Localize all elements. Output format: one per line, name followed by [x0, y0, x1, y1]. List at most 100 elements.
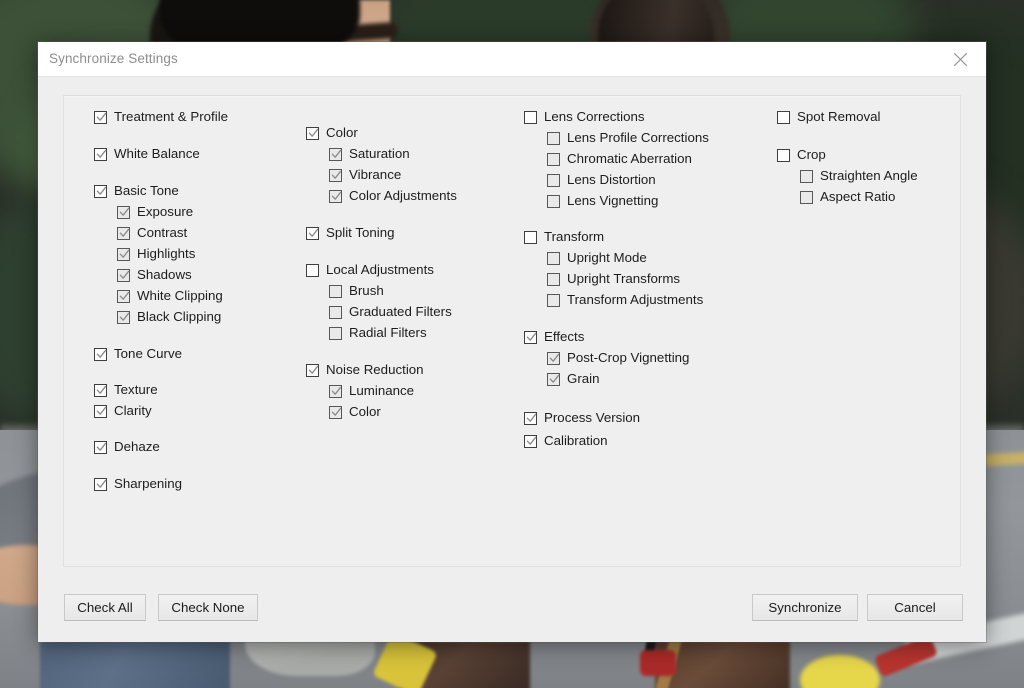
synchronize-button[interactable]: Synchronize	[752, 594, 858, 621]
checkbox-checked-icon[interactable]	[329, 189, 342, 203]
checkbox-row[interactable]: White Clipping	[94, 289, 223, 303]
checkbox-checked-icon[interactable]	[117, 268, 130, 282]
checkbox-unchecked-icon[interactable]	[800, 190, 813, 204]
checkbox-row[interactable]: Lens Distortion	[524, 173, 656, 187]
checkbox-row[interactable]: Vibrance	[306, 168, 401, 182]
checkbox-checked-icon[interactable]	[547, 351, 560, 365]
checkbox-row[interactable]: Noise Reduction	[306, 363, 424, 377]
checkbox-row[interactable]: Sharpening	[94, 477, 182, 491]
checkbox-row[interactable]: Texture	[94, 383, 158, 397]
checkbox-row[interactable]: Spot Removal	[777, 110, 881, 124]
checkbox-row[interactable]: Lens Corrections	[524, 110, 645, 124]
check-none-button[interactable]: Check None	[158, 594, 258, 621]
checkbox-label: Spot Removal	[797, 109, 881, 124]
checkbox-row[interactable]: Graduated Filters	[306, 305, 452, 319]
checkbox-row[interactable]: Color Adjustments	[306, 189, 457, 203]
checkbox-checked-icon[interactable]	[117, 289, 130, 303]
checkbox-checked-icon[interactable]	[94, 184, 107, 198]
checkbox-row[interactable]: Saturation	[306, 147, 410, 161]
checkbox-checked-icon[interactable]	[94, 383, 107, 397]
checkbox-row[interactable]: Exposure	[94, 205, 193, 219]
checkbox-unchecked-icon[interactable]	[547, 173, 560, 187]
checkbox-row[interactable]: White Balance	[94, 147, 200, 161]
checkbox-unchecked-icon[interactable]	[547, 251, 560, 265]
checkbox-checked-icon[interactable]	[94, 147, 107, 161]
checkbox-row[interactable]: Highlights	[94, 247, 195, 261]
checkbox-row[interactable]: Color	[306, 126, 358, 140]
checkbox-checked-icon[interactable]	[117, 310, 130, 324]
checkbox-row[interactable]: Transform	[524, 230, 604, 244]
checkbox-row[interactable]: Luminance	[306, 384, 414, 398]
checkbox-unchecked-icon[interactable]	[329, 284, 342, 298]
close-icon[interactable]	[938, 42, 982, 76]
checkbox-unchecked-icon[interactable]	[777, 110, 790, 124]
checkbox-row[interactable]: Straighten Angle	[777, 169, 918, 183]
checkbox-row[interactable]: Lens Vignetting	[524, 194, 658, 208]
checkbox-checked-icon[interactable]	[94, 477, 107, 491]
checkbox-row[interactable]: Treatment & Profile	[94, 110, 228, 124]
checkbox-unchecked-icon[interactable]	[800, 169, 813, 183]
checkbox-row[interactable]: Grain	[524, 372, 600, 386]
checkbox-checked-icon[interactable]	[547, 372, 560, 386]
checkbox-row[interactable]: Dehaze	[94, 440, 160, 454]
checkbox-row[interactable]: Color	[306, 405, 381, 419]
checkbox-unchecked-icon[interactable]	[547, 131, 560, 145]
checkbox-checked-icon[interactable]	[329, 147, 342, 161]
checkbox-checked-icon[interactable]	[306, 363, 319, 377]
checkbox-unchecked-icon[interactable]	[306, 263, 319, 277]
checkbox-checked-icon[interactable]	[94, 404, 107, 418]
checkbox-checked-icon[interactable]	[524, 434, 537, 448]
checkbox-checked-icon[interactable]	[117, 205, 130, 219]
checkbox-row[interactable]: Upright Mode	[524, 251, 647, 265]
checkbox-row[interactable]: Effects	[524, 330, 584, 344]
checkbox-row[interactable]: Lens Profile Corrections	[524, 131, 709, 145]
checkbox-row[interactable]: Chromatic Aberration	[524, 152, 692, 166]
checkbox-checked-icon[interactable]	[329, 384, 342, 398]
checkbox-row[interactable]: Upright Transforms	[524, 272, 680, 286]
checkbox-unchecked-icon[interactable]	[547, 272, 560, 286]
checkbox-checked-icon[interactable]	[117, 247, 130, 261]
checkbox-label: Brush	[349, 283, 384, 298]
cancel-button[interactable]: Cancel	[867, 594, 963, 621]
checkbox-checked-icon[interactable]	[94, 110, 107, 124]
checkbox-unchecked-icon[interactable]	[524, 110, 537, 124]
checkbox-unchecked-icon[interactable]	[329, 305, 342, 319]
checkbox-checked-icon[interactable]	[329, 168, 342, 182]
checkbox-unchecked-icon[interactable]	[547, 194, 560, 208]
checkbox-row[interactable]: Local Adjustments	[306, 263, 434, 277]
checkbox-checked-icon[interactable]	[94, 347, 107, 361]
checkbox-row[interactable]: Radial Filters	[306, 326, 427, 340]
dialog-titlebar: Synchronize Settings	[38, 42, 986, 77]
checkbox-label: Exposure	[137, 204, 194, 219]
checkbox-row[interactable]: Brush	[306, 284, 384, 298]
checkbox-row[interactable]: Clarity	[94, 404, 152, 418]
checkbox-row[interactable]: Transform Adjustments	[524, 293, 703, 307]
checkbox-row[interactable]: Aspect Ratio	[777, 190, 895, 204]
checkbox-unchecked-icon[interactable]	[524, 230, 537, 244]
checkbox-checked-icon[interactable]	[117, 226, 130, 240]
checkbox-row[interactable]: Black Clipping	[94, 310, 221, 324]
checkbox-row[interactable]: Basic Tone	[94, 184, 179, 198]
checkbox-row[interactable]: Post-Crop Vignetting	[524, 351, 689, 365]
check-all-button[interactable]: Check All	[64, 594, 146, 621]
checkbox-label: Contrast	[137, 225, 188, 240]
checkbox-unchecked-icon[interactable]	[547, 152, 560, 166]
checkbox-label: Lens Profile Corrections	[567, 130, 709, 145]
checkbox-checked-icon[interactable]	[329, 405, 342, 419]
checkbox-checked-icon[interactable]	[94, 440, 107, 454]
checkbox-row[interactable]: Split Toning	[306, 226, 395, 240]
checkbox-unchecked-icon[interactable]	[329, 326, 342, 340]
checkbox-row[interactable]: Process Version	[524, 411, 640, 425]
checkbox-row[interactable]: Tone Curve	[94, 347, 182, 361]
checkbox-row[interactable]: Calibration	[524, 434, 608, 448]
checkbox-row[interactable]: Shadows	[94, 268, 192, 282]
checkbox-label: Calibration	[544, 433, 608, 448]
checkbox-unchecked-icon[interactable]	[547, 293, 560, 307]
checkbox-row[interactable]: Crop	[777, 148, 826, 162]
checkbox-row[interactable]: Contrast	[94, 226, 187, 240]
checkbox-checked-icon[interactable]	[306, 226, 319, 240]
checkbox-checked-icon[interactable]	[306, 126, 319, 140]
checkbox-checked-icon[interactable]	[524, 411, 537, 425]
checkbox-checked-icon[interactable]	[524, 330, 537, 344]
checkbox-unchecked-icon[interactable]	[777, 148, 790, 162]
